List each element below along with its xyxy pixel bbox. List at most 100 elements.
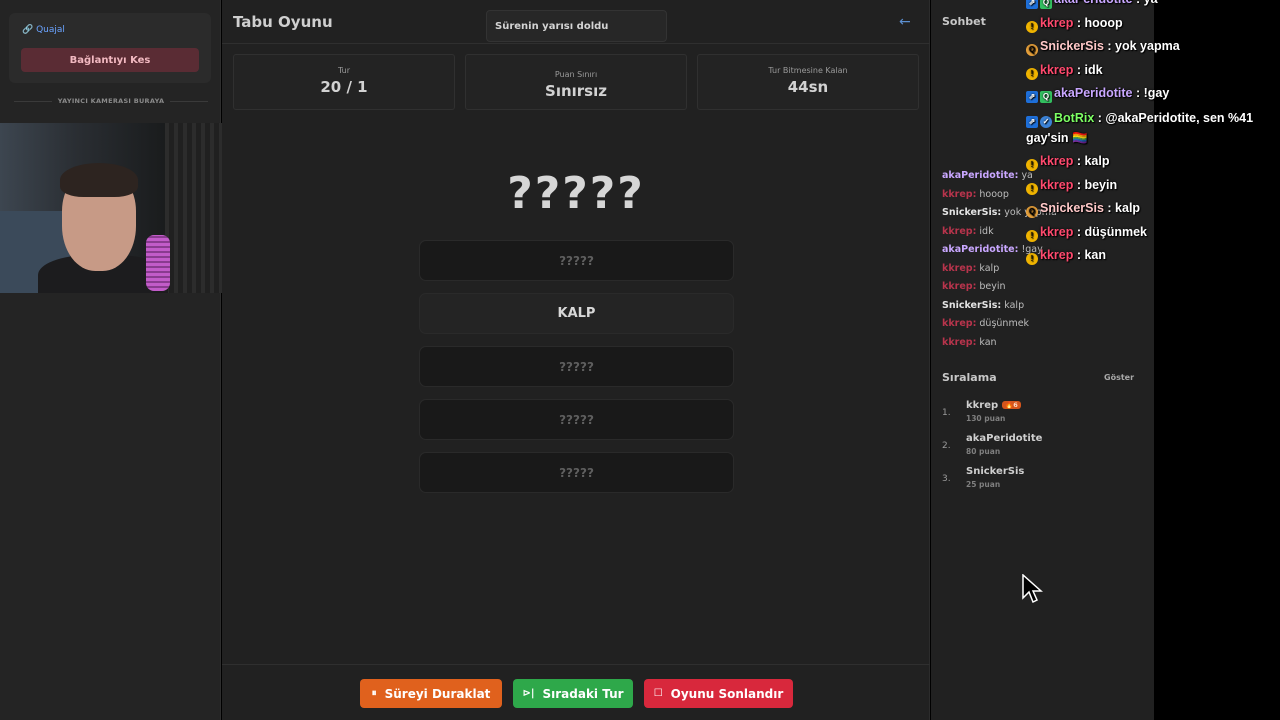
pause-timer-label: Süreyi Duraklat: [384, 686, 491, 701]
streak-badge: 🔥6: [1002, 401, 1021, 409]
chat-text: kalp: [1004, 299, 1025, 311]
taboo-word-2: KALP: [419, 293, 734, 334]
overlay-chat-text: : kalp: [1103, 201, 1141, 216]
chat-username: akaPeridotite:: [942, 170, 1019, 181]
chat-message: kkrep: düşünmek: [942, 315, 1152, 334]
chat-username: kkrep:: [942, 318, 977, 329]
sq-badge-icon: ⇗: [1026, 115, 1038, 128]
camera-label-text: YAYINCI KAMERASI BURAYA: [57, 97, 165, 105]
chat-username: kkrep:: [942, 336, 977, 348]
gold-badge-icon: !: [1026, 158, 1038, 171]
chat-text: beyin: [979, 281, 1006, 292]
ranking-show-button[interactable]: Göster: [1104, 373, 1134, 382]
ranking-position: 2.: [942, 441, 951, 451]
webcam-person-hair: [60, 163, 138, 197]
chat-text: idk: [979, 225, 994, 237]
overlay-chat-message: ! kkrep : idk: [1026, 59, 1280, 83]
overlay-chat-message: ! kkrep : hooop: [1026, 12, 1280, 36]
overlay-chat-text: : hooop: [1073, 15, 1123, 30]
gold-badge-icon: !: [1026, 182, 1038, 195]
overlay-chat-message: Q SnickerSis : yok yapma: [1026, 35, 1280, 59]
overlay-chat-username: SnickerSis: [1040, 39, 1104, 54]
gold-badge-icon: !: [1026, 20, 1038, 33]
stat-time-left: Tur Bitmesine Kalan 44sn: [697, 54, 919, 110]
ranking-points: 25 puan: [966, 480, 1001, 489]
overlay-chat-message: ⇗ QakaPeridotite : !gay: [1026, 82, 1280, 106]
divider: [222, 664, 930, 665]
overlay-chat-text: : yok yapma: [1103, 39, 1180, 54]
ranking-title: Sıralama: [942, 371, 997, 384]
ranking-name-text: kkrep: [966, 400, 999, 411]
camera-placeholder-label: YAYINCI KAMERASI BURAYA: [14, 97, 209, 105]
divider: [222, 43, 930, 44]
disconnect-button[interactable]: Bağlantıyı Kes: [21, 48, 199, 72]
vip-badge-icon: ✓: [1040, 115, 1052, 128]
orange-badge-icon: Q: [1026, 44, 1038, 57]
overlay-chat-username: kkrep: [1040, 15, 1074, 30]
overlay-chat-text: : kalp: [1073, 153, 1110, 168]
chat-username: akaPeridotite:: [942, 244, 1019, 255]
overlay-chat-text: : idk: [1073, 62, 1103, 77]
overlay-chat-text: : !gay: [1132, 86, 1170, 101]
stat-time-left-label: Tur Bitmesine Kalan: [768, 66, 848, 75]
chat-username: SnickerSis:: [942, 207, 1002, 218]
chat-username: kkrep:: [942, 225, 977, 237]
ranking-name: akaPeridotite: [966, 433, 1043, 444]
arrow-left-icon[interactable]: ←: [899, 14, 911, 30]
secret-word: ?????: [507, 168, 645, 219]
mod-badge-icon: Q: [1040, 0, 1052, 9]
ranking-row: 1. kkrep 🔥6 130 puan: [942, 400, 1142, 430]
ranking-name: kkrep 🔥6: [966, 400, 1021, 411]
overlay-chat-message: ! kkrep : düşünmek: [1026, 221, 1280, 245]
mouse-cursor-icon: [1022, 574, 1043, 604]
overlay-chat-message: ! kkrep : kalp: [1026, 150, 1280, 174]
end-game-button[interactable]: ☐ Oyunu Sonlandır: [644, 679, 793, 708]
ranking-points: 80 puan: [966, 447, 1001, 456]
next-round-label: Sıradaki Tur: [542, 686, 624, 701]
stop-icon: ☐: [653, 688, 663, 699]
next-round-button[interactable]: ⊳| Sıradaki Tur: [513, 679, 633, 708]
left-sidebar: 🔗 Quajal Bağlantıyı Kes YAYINCI KAMERASI…: [0, 0, 221, 720]
overlay-chat-text: : kan: [1073, 248, 1107, 263]
skip-next-icon: ⊳|: [522, 688, 535, 699]
streamer-webcam: [0, 123, 252, 293]
overlay-chat-username: akaPeridotite: [1054, 0, 1133, 6]
overlay-chat-username: kkrep: [1040, 62, 1074, 77]
account-card: 🔗 Quajal Bağlantıyı Kes: [9, 13, 211, 83]
notification-toast: Sürenin yarısı doldu: [486, 10, 667, 42]
stream-overlay-chat: ⇗QakaPeridotite : ya!kkrep : hooopQSnick…: [1026, 0, 1280, 268]
overlay-chat-text: : ya: [1133, 0, 1158, 6]
page-title: Tabu Oyunu: [233, 13, 333, 31]
account-link[interactable]: 🔗 Quajal: [22, 25, 65, 35]
chat-username: kkrep:: [942, 281, 977, 292]
ranking-row: 2. akaPeridotite 80 puan: [942, 433, 1142, 463]
stat-time-left-value: 44sn: [787, 78, 829, 96]
chat-title: Sohbet: [942, 15, 986, 28]
divider: [170, 100, 209, 102]
pause-timer-button[interactable]: ⏸ Süreyi Duraklat: [360, 679, 502, 708]
ranking-name: SnickerSis: [966, 466, 1025, 477]
chat-username: kkrep:: [942, 262, 977, 274]
chat-text: kan: [979, 336, 997, 348]
chat-text: kalp: [979, 262, 1000, 274]
ranking-row: 3. SnickerSis 25 puan: [942, 466, 1142, 496]
stat-point-limit-value: Sınırsız: [545, 82, 607, 100]
microphone: [146, 235, 170, 291]
divider: [14, 100, 52, 102]
overlay-chat-message: Q SnickerSis : kalp: [1026, 197, 1280, 221]
ranking-position: 3.: [942, 474, 951, 484]
taboo-word-5: ?????: [419, 452, 734, 493]
chat-message: kkrep: kan: [942, 334, 1152, 353]
overlay-chat-message: ⇗QakaPeridotite : ya: [1026, 0, 1280, 12]
chat-username: SnickerSis:: [942, 299, 1002, 311]
stat-round: Tur 20 / 1: [233, 54, 455, 110]
stat-round-label: Tur: [337, 66, 351, 75]
sq-badge-icon: ⇗: [1026, 0, 1038, 9]
taboo-word-4: ?????: [419, 399, 734, 440]
overlay-chat-text: : beyin: [1073, 177, 1118, 192]
chat-message: SnickerSis: kalp: [942, 297, 1152, 316]
taboo-word-1: ?????: [419, 240, 734, 281]
overlay-chat-text: : düşünmek: [1073, 224, 1147, 239]
taboo-word-3: ?????: [419, 346, 734, 387]
overlay-chat-message: ⇗ ✓ BotRix : @akaPeridotite, sen %41 gay's…: [1026, 106, 1280, 150]
